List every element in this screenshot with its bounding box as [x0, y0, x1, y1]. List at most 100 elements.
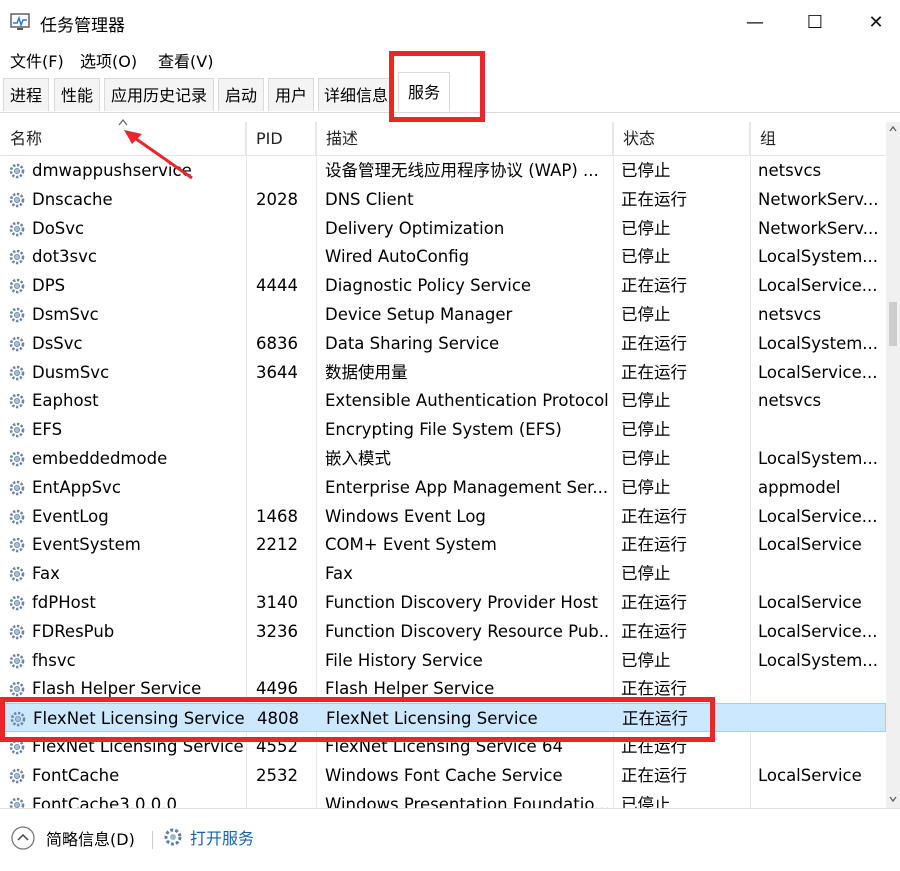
service-group: LocalSystem... — [758, 650, 879, 670]
table-row[interactable]: DsSvc 6836 Data Sharing Service 正在运行 LocalSy… — [0, 329, 886, 358]
table-row[interactable]: EventLog 1468 Windows Event Log 正在运行 LocalSe… — [0, 502, 886, 531]
service-pid: 4444 — [256, 276, 298, 296]
table-row[interactable]: Fax Fax 已停止 — [0, 559, 886, 588]
tab-details[interactable]: 详细信息 — [318, 78, 394, 111]
annotation-box-flexnet-row — [0, 697, 715, 742]
service-status: 已停止 — [621, 794, 671, 808]
column-pid[interactable]: PID — [246, 122, 316, 155]
service-description: Device Setup Manager — [325, 305, 513, 324]
service-gear-icon — [8, 508, 26, 526]
table-row[interactable]: DPS 4444 Diagnostic Policy Service 正在运行 Loca… — [0, 271, 886, 300]
service-name: embeddedmode — [32, 449, 168, 468]
column-status[interactable]: 状态 — [613, 122, 750, 155]
maximize-button[interactable]: ☐ — [785, 0, 845, 44]
service-status: 已停止 — [621, 420, 671, 440]
service-group: NetworkServ... — [758, 189, 879, 209]
table-row[interactable]: FontCache 2532 Windows Font Cache Service 正… — [0, 761, 886, 790]
service-group: NetworkServ... — [758, 218, 879, 238]
table-row[interactable]: EntAppSvc Enterprise App Management Ser..… — [0, 473, 886, 502]
service-status: 已停止 — [621, 391, 671, 411]
minimize-button[interactable]: — — [725, 0, 785, 44]
service-status: 正在运行 — [621, 765, 687, 785]
chevron-up-circle-icon — [11, 826, 35, 850]
column-group[interactable]: 组 — [750, 122, 886, 155]
service-group: LocalService... — [758, 506, 878, 526]
table-row[interactable]: FDResPub 3236 Function Discovery Resource … — [0, 617, 886, 646]
service-pid: 3644 — [256, 362, 298, 382]
service-pid — [256, 790, 314, 808]
service-gear-icon — [8, 364, 26, 382]
close-button[interactable]: ✕ — [846, 0, 900, 44]
service-status: 正在运行 — [621, 593, 687, 612]
service-gear-icon — [8, 565, 26, 583]
service-group: LocalService... — [758, 276, 878, 296]
fewer-details-button[interactable]: 简略信息(D) — [10, 825, 135, 851]
tab-processes[interactable]: 进程 — [3, 78, 49, 111]
vertical-scrollbar[interactable] — [886, 122, 900, 808]
tab-startup[interactable]: 启动 — [218, 78, 264, 111]
tab-performance[interactable]: 性能 — [54, 78, 100, 111]
table-row[interactable]: Eaphost Extensible Authentication Protoco… — [0, 386, 886, 415]
service-pid: 3140 — [256, 593, 298, 612]
service-status: 已停止 — [621, 449, 671, 468]
service-gear-icon — [8, 796, 26, 808]
tab-users[interactable]: 用户 — [268, 78, 314, 111]
service-pid: 6836 — [256, 333, 298, 353]
table-row[interactable]: DsmSvc Device Setup Manager 已停止 netsvcs — [0, 300, 886, 329]
service-group: netsvcs — [758, 161, 822, 180]
service-status: 正在运行 — [621, 621, 687, 641]
table-row[interactable]: dot3svc Wired AutoConfig 已停止 LocalSystem... — [0, 242, 886, 271]
service-status: 正在运行 — [621, 276, 687, 296]
service-gear-icon — [8, 767, 26, 785]
table-row[interactable]: embeddedmode 嵌入模式 已停止 LocalSystem... — [0, 444, 886, 473]
service-description: 嵌入模式 — [325, 449, 391, 468]
table-row[interactable]: EFS Encrypting File System (EFS) 已停止 — [0, 415, 886, 444]
service-gear-icon — [8, 479, 26, 497]
service-group: LocalService... — [758, 621, 878, 641]
service-group — [758, 559, 884, 588]
menu-options[interactable]: 选项(O) — [80, 48, 137, 72]
service-group — [758, 732, 884, 761]
service-group: LocalService... — [758, 362, 878, 382]
table-row[interactable]: DoSvc Delivery Optimization 已停止 NetworkServ… — [0, 214, 886, 243]
service-group — [759, 704, 885, 733]
service-pid — [256, 559, 314, 588]
close-icon: ✕ — [868, 11, 884, 33]
table-row[interactable]: fhsvc File History Service 已停止 LocalSystem.… — [0, 646, 886, 675]
service-status: 已停止 — [621, 247, 671, 267]
service-pid — [256, 156, 314, 185]
service-gear-icon — [8, 652, 26, 670]
service-gear-icon — [8, 594, 26, 612]
service-group: netsvcs — [758, 305, 822, 324]
scroll-thumb[interactable] — [889, 302, 897, 346]
menu-file[interactable]: 文件(F) — [10, 48, 64, 72]
open-services-link[interactable]: 打开服务 — [162, 825, 254, 849]
service-description: DNS Client — [325, 189, 414, 209]
service-description: Windows Event Log — [325, 506, 486, 526]
sort-ascending-icon — [118, 118, 128, 126]
table-row[interactable]: fdPHost 3140 Function Discovery Provider H… — [0, 588, 886, 617]
service-group: LocalSystem... — [758, 247, 879, 267]
column-description[interactable]: 描述 — [316, 122, 613, 155]
service-status: 已停止 — [621, 650, 671, 670]
service-pid — [256, 646, 314, 675]
table-row[interactable]: FontCache3.0.0.0 Windows Presentation Fou… — [0, 790, 886, 808]
service-name: EventSystem — [32, 535, 141, 555]
scroll-down-icon[interactable] — [888, 794, 898, 804]
service-name: FontCache — [32, 765, 120, 785]
service-gear-icon — [8, 421, 26, 439]
table-row[interactable]: EventSystem 2212 COM+ Event System 正在运行 Loca… — [0, 530, 886, 559]
table-row[interactable]: DusmSvc 3644 数据使用量 正在运行 LocalService... — [0, 358, 886, 387]
service-gear-icon — [8, 392, 26, 410]
status-bar: 简略信息(D) 打开服务 — [0, 808, 900, 871]
service-group — [758, 790, 884, 808]
service-group: LocalSystem... — [758, 333, 879, 353]
maximize-icon: ☐ — [806, 11, 824, 33]
menu-view[interactable]: 查看(V) — [158, 48, 213, 72]
service-description: Windows Presentation Foundatio... — [325, 794, 610, 808]
tab-app-history[interactable]: 应用历史记录 — [104, 78, 214, 111]
table-row[interactable]: Dnscache 2028 DNS Client 正在运行 NetworkServ... — [0, 185, 886, 214]
service-status: 正在运行 — [621, 333, 687, 353]
scroll-up-icon[interactable] — [888, 124, 898, 134]
service-gear-icon — [8, 162, 26, 180]
